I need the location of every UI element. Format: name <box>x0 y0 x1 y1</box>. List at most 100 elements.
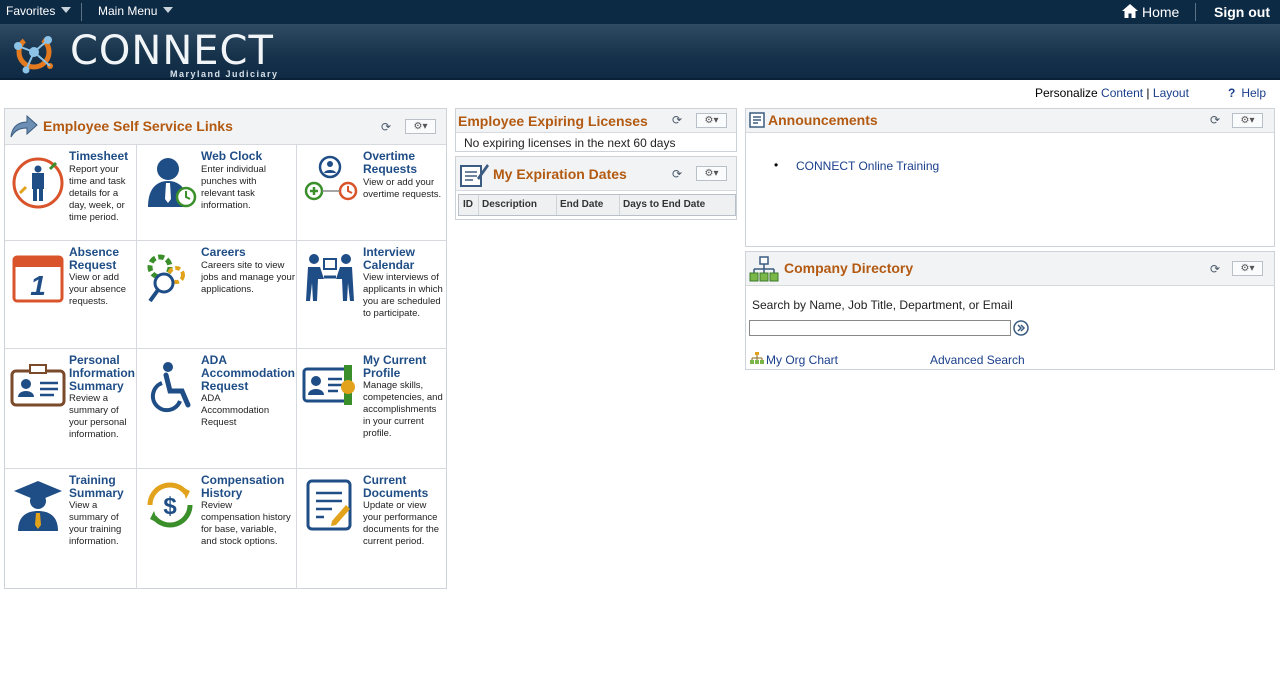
gear-icon: ⚙▾ <box>704 115 719 126</box>
announcements-header: Announcements ⟳ ⚙▾ <box>746 109 1274 133</box>
timesheet-icon <box>12 157 64 209</box>
ess-header: Employee Self Service Links ⟳ ⚙▾ <box>5 109 446 145</box>
tile-title: Compensation History <box>201 473 285 500</box>
tile-title: Web Clock <box>201 149 263 163</box>
help-label: Help <box>1241 86 1267 100</box>
expiring-licenses-pagelet: Employee Expiring Licenses ⟳ ⚙▾ No expir… <box>455 108 737 152</box>
help-link[interactable]: ? Help <box>1228 86 1266 100</box>
tile-personal-information-summary[interactable]: Personal Information Summary Review a su… <box>5 349 137 469</box>
dollar-cycle-icon: $ <box>147 482 193 528</box>
personalize-content-link[interactable]: Content <box>1101 86 1143 100</box>
bullet-icon: • <box>774 158 779 172</box>
interview-icon <box>306 254 354 301</box>
tile-current-documents[interactable]: Current Documents Update or view your pe… <box>297 469 447 589</box>
gear-icon: ⚙▾ <box>413 121 428 132</box>
edit-note-icon <box>460 164 489 187</box>
favorites-label: Favorites <box>6 4 56 18</box>
tile-overtime-requests[interactable]: Overtime Requests View or add your overt… <box>297 145 447 241</box>
tile-compensation-history[interactable]: $ Compensation History Review compensati… <box>137 469 297 589</box>
gear-icon: ⚙▾ <box>1240 263 1255 274</box>
column-header-days-to-end-date: Days to End Date <box>623 199 706 210</box>
chevron-down-icon <box>163 7 174 13</box>
tile-ada-accommodation-request[interactable]: ADA Accommodation Request ADA Accommodat… <box>137 349 297 469</box>
refresh-icon[interactable]: ⟳ <box>1210 263 1222 275</box>
tile-description: View or add your absence requests. <box>69 272 127 307</box>
main-menu[interactable]: Main Menu <box>98 4 174 18</box>
my-org-chart-link[interactable]: My Org Chart <box>750 352 838 367</box>
refresh-icon[interactable]: ⟳ <box>672 114 684 126</box>
column-header-id: ID <box>463 199 473 210</box>
tile-description: Manage skills, competencies, and accompl… <box>363 380 443 439</box>
column-divider <box>619 195 620 215</box>
ess-links-pagelet: Employee Self Service Links ⟳ ⚙▾ Timeshe… <box>4 108 447 589</box>
tile-title: Interview Calendar <box>363 245 416 272</box>
personalize-bar: Personalize Content | Layout <box>1035 86 1189 100</box>
personalize-separator: | <box>1146 86 1150 100</box>
personalize-layout-link[interactable]: Layout <box>1153 86 1189 100</box>
tile-careers[interactable]: Careers Careers site to view jobs and ma… <box>137 241 297 349</box>
tile-title: Training Summary <box>69 473 124 500</box>
refresh-icon[interactable]: ⟳ <box>1210 114 1222 126</box>
pagelet-options-button[interactable]: ⚙▾ <box>696 113 727 128</box>
sign-out-link[interactable]: Sign out <box>1214 4 1270 20</box>
banner: CONNECT Maryland Judiciary <box>0 24 1280 80</box>
column-header-description: Description <box>482 199 538 210</box>
announcements-title: Announcements <box>768 112 878 128</box>
pagelet-options-button[interactable]: ⚙▾ <box>405 119 436 134</box>
column-divider <box>556 195 557 215</box>
licenses-title: Employee Expiring Licenses <box>458 113 648 129</box>
pagelet-options-button[interactable]: ⚙▾ <box>1232 261 1263 276</box>
ess-title: Employee Self Service Links <box>43 118 233 134</box>
my-org-chart-label: My Org Chart <box>766 353 839 367</box>
svg-text:$: $ <box>163 493 177 520</box>
tile-title: Personal Information Summary <box>69 353 135 393</box>
home-icon <box>1122 4 1138 18</box>
tile-description: Report your time and task details for a … <box>69 164 126 223</box>
refresh-icon[interactable]: ⟳ <box>381 121 393 133</box>
announcement-link[interactable]: CONNECT Online Training <box>796 159 939 173</box>
nav-divider <box>1195 3 1196 21</box>
web-clock-icon <box>148 158 197 208</box>
tile-title: My Current Profile <box>363 353 427 380</box>
company-directory-pagelet: Company Directory ⟳ ⚙▾ Search by Name, J… <box>745 251 1275 370</box>
advanced-search-link[interactable]: Advanced Search <box>930 353 1025 367</box>
tile-title: Absence Request <box>69 245 120 272</box>
tile-description: Update or view your performance document… <box>363 500 440 547</box>
favorites-menu[interactable]: Favorites <box>6 4 72 18</box>
wheelchair-icon <box>150 362 191 413</box>
search-go-icon[interactable] <box>1013 320 1029 336</box>
expiration-header: My Expiration Dates ⟳ ⚙▾ <box>456 157 736 191</box>
announcements-pagelet: Announcements ⟳ ⚙▾ • CONNECT Online Trai… <box>745 108 1275 247</box>
directory-header: Company Directory ⟳ ⚙▾ <box>746 252 1274 286</box>
top-navigation-bar: Favorites Main Menu Home Sign out <box>0 0 1280 24</box>
tile-my-current-profile[interactable]: My Current Profile Manage skills, compet… <box>297 349 447 469</box>
main-menu-label: Main Menu <box>98 4 158 18</box>
pagelet-options-button[interactable]: ⚙▾ <box>696 166 727 181</box>
help-icon: ? <box>1228 86 1236 100</box>
tile-timesheet[interactable]: Timesheet Report your time and task deta… <box>5 145 137 241</box>
tile-training-summary[interactable]: Training Summary View a summary of your … <box>5 469 137 589</box>
tile-description: Enter individual punches with relevant t… <box>201 164 266 211</box>
tile-description: View a summary of your training informat… <box>69 500 122 547</box>
home-link[interactable]: Home <box>1122 4 1179 20</box>
column-divider <box>478 195 479 215</box>
expiration-table-header: ID Description End Date Days to End Date <box>458 194 736 216</box>
tile-web-clock[interactable]: Web Clock Enter individual punches with … <box>137 145 297 241</box>
svg-text:1: 1 <box>30 270 46 301</box>
calendar-icon: 1 <box>12 255 64 303</box>
tile-description: Careers site to view jobs and manage you… <box>201 260 296 295</box>
tile-absence-request[interactable]: 1 Absence Request View or add your absen… <box>5 241 137 349</box>
announcement-list-icon <box>749 112 765 128</box>
tile-interview-calendar[interactable]: Interview Calendar View interviews of ap… <box>297 241 447 349</box>
expiration-title: My Expiration Dates <box>493 166 627 182</box>
directory-prompt: Search by Name, Job Title, Department, o… <box>752 298 1013 312</box>
brand-title: CONNECT <box>70 28 274 74</box>
nav-divider <box>81 3 82 21</box>
pagelet-options-button[interactable]: ⚙▾ <box>1232 113 1263 128</box>
tile-description: ADA Accommodation Request <box>201 393 270 428</box>
licenses-header: Employee Expiring Licenses ⟳ ⚙▾ <box>456 109 736 133</box>
directory-search-input[interactable] <box>749 320 1011 336</box>
tile-title: Overtime Requests <box>363 149 418 176</box>
connect-logo-icon <box>14 34 53 74</box>
refresh-icon[interactable]: ⟳ <box>672 168 684 180</box>
